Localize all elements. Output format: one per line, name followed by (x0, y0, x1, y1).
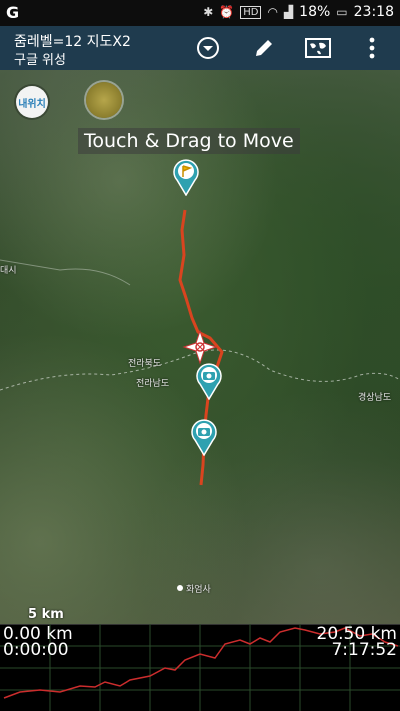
hd-icon: HD (240, 5, 262, 19)
battery-icon: ▭ (336, 5, 348, 19)
app-bar: 줌레벨=12 지도X2 구글 위성 (0, 26, 400, 70)
place-label: 대시 (0, 266, 17, 276)
dropdown-button[interactable] (192, 32, 224, 64)
my-location-label: 내위치 (18, 98, 46, 110)
signal-icon: ▟ (283, 5, 294, 19)
map-type-text: 구글 위성 (14, 53, 66, 68)
overflow-menu-button[interactable] (356, 32, 388, 64)
alarm-icon: ⏰ (219, 5, 235, 19)
battery-percent: 18% (299, 4, 331, 20)
temple-marker (177, 585, 183, 591)
road-line (0, 259, 131, 286)
crosshair-icon (182, 329, 218, 365)
chevron-down-circle-icon (197, 37, 219, 59)
camera-marker-icon[interactable] (190, 418, 218, 456)
pencil-icon (256, 40, 272, 56)
clock: 23:18 (353, 4, 394, 20)
app-glyph: G (6, 3, 20, 22)
flag-marker-icon[interactable] (172, 158, 200, 196)
edit-button[interactable] (248, 32, 280, 64)
scale-bar-label: 5 km (28, 607, 64, 622)
place-label: 전라북도 (128, 359, 162, 369)
place-label: 화엄사 (186, 585, 211, 595)
drag-hint: Touch & Drag to Move (78, 128, 300, 154)
world-map-icon (305, 38, 331, 58)
wifi-icon: ◠ (267, 5, 278, 19)
time-end: 7:17:52 (331, 640, 397, 660)
layer-button[interactable] (86, 82, 122, 118)
my-location-button[interactable]: 내위치 (16, 86, 48, 118)
camera-marker-icon[interactable] (195, 362, 223, 400)
map-select-button[interactable] (302, 32, 334, 64)
time-start: 0:00:00 (3, 640, 69, 660)
place-label: 전라남도 (136, 379, 170, 389)
elevation-profile-panel[interactable]: 0.00 km 0:00:00 20.50 km 7:17:52 (0, 624, 400, 711)
place-label: 경상남도 (358, 393, 392, 403)
status-bar: G ✱ ⏰ HD ◠ ▟ 18% ▭ 23:18 (0, 0, 400, 26)
satellite-map[interactable]: 전라북도 전라남도 경상남도 화엄사 대시 내위치 Touch & Drag t… (0, 70, 400, 624)
zoom-level-text: 줌레벨=12 지도X2 (14, 34, 131, 50)
bluetooth-icon: ✱ (203, 5, 214, 19)
more-vertical-icon (369, 37, 375, 59)
